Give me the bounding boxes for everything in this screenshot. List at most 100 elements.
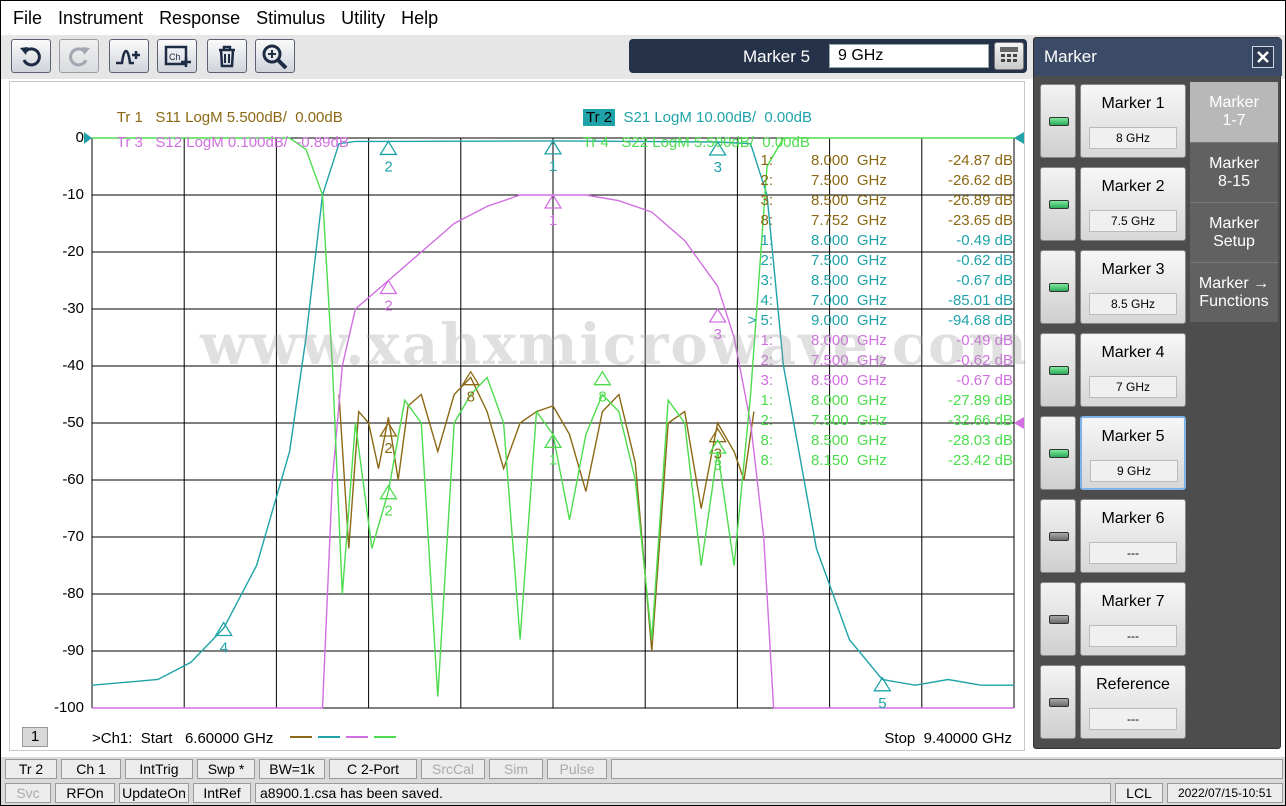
- marker-triangle: [379, 140, 398, 156]
- status-button-2[interactable]: IntTrig: [125, 759, 193, 779]
- redo-button[interactable]: [59, 39, 99, 73]
- status-button-7[interactable]: Sim: [489, 759, 543, 779]
- marker-select-button[interactable]: Marker 2 7.5 GHz: [1080, 167, 1186, 241]
- y-tick-label: -100: [53, 699, 84, 716]
- marker-readout-frequency: 8.500 GHz: [811, 192, 887, 209]
- y-tick-label: -50: [62, 414, 84, 431]
- marker-entry-bar: Marker 5 9 GHz: [629, 39, 1027, 73]
- y-tick-label: -80: [62, 585, 84, 602]
- marker-button-label: Marker 1: [1101, 95, 1165, 112]
- marker-button-row: Marker 3 8.5 GHz: [1038, 248, 1188, 326]
- delete-button[interactable]: [207, 39, 247, 73]
- add-trace-button[interactable]: [109, 39, 149, 73]
- menu-utility[interactable]: Utility: [333, 8, 393, 29]
- menu-help[interactable]: Help: [393, 8, 446, 29]
- add-channel-button[interactable]: Ch: [157, 39, 197, 73]
- close-button[interactable]: [1252, 46, 1274, 68]
- redo-icon: [69, 47, 90, 67]
- stop-frequency-label[interactable]: Stop 9.40000 GHz: [884, 730, 1012, 747]
- tab-marker-2[interactable]: Marker Setup: [1190, 202, 1278, 262]
- marker-toggle-button[interactable]: [1040, 416, 1076, 490]
- marker-s21-2[interactable]: 2: [379, 140, 398, 175]
- marker-status-led-icon: [1049, 615, 1069, 624]
- reference-arrow-left: [84, 132, 92, 144]
- status-indicator-0[interactable]: Svc: [5, 783, 51, 803]
- marker-readout-frequency: 8.000 GHz: [811, 392, 887, 409]
- marker-status-led-icon: [1049, 283, 1069, 292]
- trace-3-header[interactable]: Tr 3 S12 LogM 0.100dB/ -0.89dB: [92, 117, 349, 168]
- status-button-5[interactable]: C 2-Port: [329, 759, 417, 779]
- marker-label: 5: [878, 695, 886, 712]
- marker-readout-value: -28.03 dB: [947, 432, 1013, 449]
- marker-select-button[interactable]: Marker 7 ---: [1080, 582, 1186, 656]
- marker-select-button[interactable]: Reference ---: [1080, 665, 1186, 739]
- tab-marker-3[interactable]: Marker → Functions: [1190, 262, 1278, 322]
- marker-button-value[interactable]: 7 GHz: [1089, 376, 1177, 398]
- status-button-0[interactable]: Tr 2: [5, 759, 57, 779]
- marker-toggle-button[interactable]: [1040, 665, 1076, 739]
- marker-select-button[interactable]: Marker 6 ---: [1080, 499, 1186, 573]
- status-button-3[interactable]: Swp *: [197, 759, 255, 779]
- menu-bar: File Instrument Response Stimulus Utilit…: [1, 1, 1285, 35]
- menu-instrument[interactable]: Instrument: [50, 8, 151, 29]
- status-indicator-1[interactable]: RFOn: [55, 783, 115, 803]
- marker-button-row: Marker 2 7.5 GHz: [1038, 165, 1188, 243]
- watermark: www.xahxmicrowave.com: [200, 312, 1029, 378]
- marker-toggle-button[interactable]: [1040, 167, 1076, 241]
- marker-select-button[interactable]: Marker 1 8 GHz: [1080, 84, 1186, 158]
- marker-toggle-button[interactable]: [1040, 333, 1076, 407]
- marker-readout-row: 8: 8.500 GHz -28.03 dB: [745, 432, 1013, 452]
- status-indicator-2[interactable]: UpdateOn: [119, 783, 189, 803]
- marker-toggle-button[interactable]: [1040, 499, 1076, 573]
- measurement-plot[interactable]: 213451238231283 Tr 1 S11 LogM 5.500dB/ 0…: [9, 81, 1027, 751]
- marker-toggle-button[interactable]: [1040, 582, 1076, 656]
- keypad-button[interactable]: [994, 42, 1024, 70]
- marker-button-value[interactable]: 8 GHz: [1089, 127, 1177, 149]
- marker-readout-row: 8: 8.150 GHz -23.42 dB: [745, 452, 1013, 472]
- marker-button-value[interactable]: 9 GHz: [1090, 460, 1178, 482]
- marker-button-value[interactable]: 8.5 GHz: [1089, 293, 1177, 315]
- marker-label: 4: [220, 640, 228, 657]
- status-button-8[interactable]: Pulse: [547, 759, 607, 779]
- channel-number[interactable]: 1: [22, 727, 48, 747]
- marker-readout-frequency: 7.500 GHz: [811, 172, 887, 189]
- marker-toggle-button[interactable]: [1040, 84, 1076, 158]
- status-filler: [611, 759, 1283, 779]
- marker-button-value[interactable]: ---: [1089, 708, 1177, 730]
- marker-button-value[interactable]: 7.5 GHz: [1089, 210, 1177, 232]
- marker-label: 2: [384, 503, 392, 520]
- status-button-1[interactable]: Ch 1: [61, 759, 121, 779]
- y-tick-label: -70: [62, 528, 84, 545]
- marker-select-button[interactable]: Marker 5 9 GHz: [1080, 416, 1186, 490]
- marker-frequency-input[interactable]: 9 GHz: [829, 44, 989, 68]
- menu-response[interactable]: Response: [151, 8, 248, 29]
- y-tick-label: -10: [62, 186, 84, 203]
- marker-readout-row: 8: 7.752 GHz -23.65 dB: [745, 212, 1013, 232]
- menu-stimulus[interactable]: Stimulus: [248, 8, 333, 29]
- menu-file[interactable]: File: [5, 8, 50, 29]
- marker-triangle: [379, 421, 398, 437]
- status-button-6[interactable]: SrcCal: [421, 759, 485, 779]
- marker-label: 1: [549, 451, 557, 468]
- undo-button[interactable]: [11, 39, 51, 73]
- zoom-button[interactable]: [255, 39, 295, 73]
- marker-button-value[interactable]: ---: [1089, 542, 1177, 564]
- marker-select-button[interactable]: Marker 3 8.5 GHz: [1080, 250, 1186, 324]
- close-icon: [1257, 51, 1269, 63]
- marker-button-label: Marker 6: [1101, 510, 1165, 527]
- marker-entry-label: Marker 5: [743, 47, 811, 66]
- marker-status-led-icon: [1049, 698, 1069, 707]
- status-indicator-3[interactable]: IntRef: [193, 783, 251, 803]
- lcl-indicator[interactable]: LCL: [1115, 783, 1163, 803]
- marker-label: 1: [549, 212, 557, 229]
- marker-readout-frequency: 8.000 GHz: [811, 232, 887, 249]
- marker-select-button[interactable]: Marker 4 7 GHz: [1080, 333, 1186, 407]
- tab-marker-0[interactable]: Marker 1-7: [1190, 82, 1278, 142]
- marker-s21-5[interactable]: 5: [873, 676, 892, 712]
- marker-readout-value: -0.49 dB: [956, 232, 1013, 249]
- start-frequency-label[interactable]: >Ch1: Start 6.60000 GHz: [92, 730, 273, 747]
- tab-marker-1[interactable]: Marker 8-15: [1190, 142, 1278, 202]
- status-button-4[interactable]: BW=1k: [259, 759, 325, 779]
- marker-toggle-button[interactable]: [1040, 250, 1076, 324]
- marker-button-value[interactable]: ---: [1089, 625, 1177, 647]
